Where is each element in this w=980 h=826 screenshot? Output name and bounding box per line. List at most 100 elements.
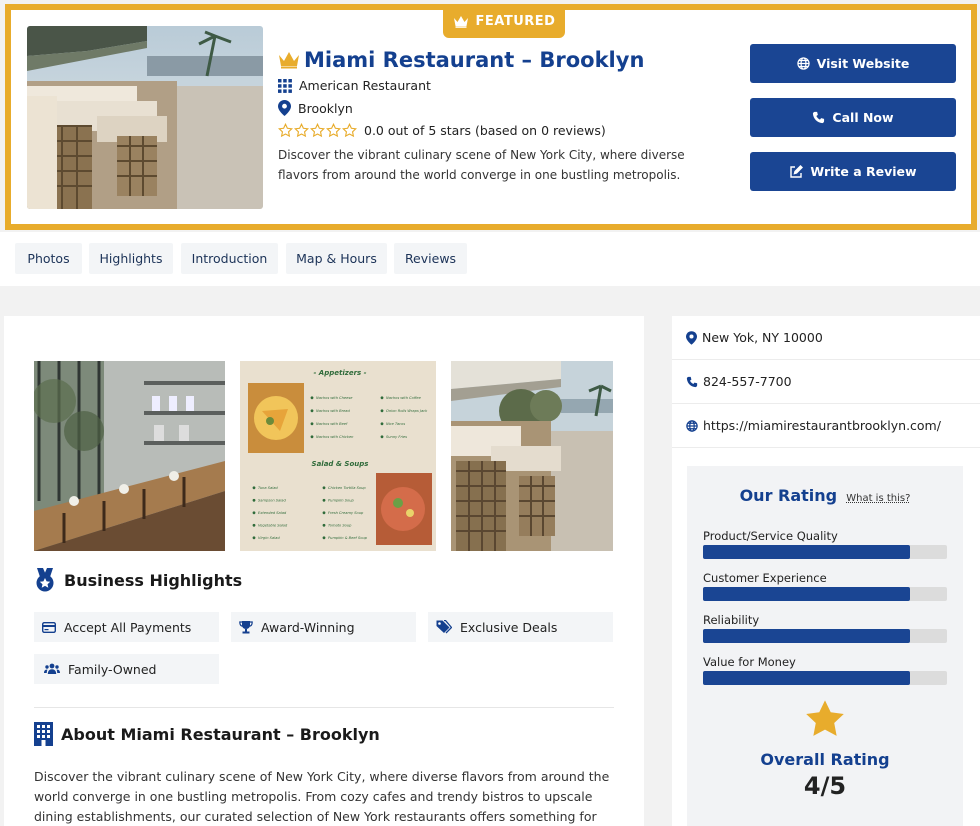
what-is-this-link[interactable]: What is this?: [846, 493, 910, 504]
metric-label-value: Value for Money: [703, 655, 796, 669]
highlights-heading: Business Highlights: [34, 568, 242, 592]
menu-item: Sampson Salad: [258, 499, 286, 503]
section-tabs: Photos Highlights Introduction Map & Hou…: [0, 232, 980, 286]
highlight-exclusive-deals: Exclusive Deals: [428, 612, 613, 642]
call-now-button[interactable]: Call Now: [750, 98, 956, 137]
featured-badge-label: FEATURED: [475, 13, 556, 29]
menu-item-dot: [380, 396, 384, 400]
listing-main-photo[interactable]: [27, 26, 263, 209]
menu-item-dot: [322, 498, 326, 502]
our-rating-panel: Our Rating What is this? Product/Service…: [687, 466, 963, 826]
highlight-label: Family-Owned: [68, 661, 157, 677]
overall-rating-label: Overall Rating: [760, 750, 890, 769]
credit-card-icon: [42, 621, 56, 633]
menu-item: Sunny Fries: [386, 435, 407, 439]
highlight-accept-payments: Accept All Payments: [34, 612, 219, 642]
menu-item: Nachos with Beef: [316, 422, 348, 426]
contact-address-row: New Yok, NY 10000: [672, 316, 980, 360]
contact-website[interactable]: https://miamirestaurantbrooklyn.com/: [703, 418, 941, 433]
menu-item-dot: [310, 409, 314, 413]
menu-item: Onion Rolls Wraps Jack: [386, 409, 428, 413]
menu-item: Nachos with Coffee: [386, 396, 422, 400]
menu-item: Chicken Tortilla Soup: [328, 486, 366, 490]
globe-icon: [796, 57, 810, 70]
listing-title-row: Miami Restaurant – Brooklyn: [278, 48, 718, 72]
menu-item: Tuna Salad: [258, 486, 278, 490]
building-icon: [34, 722, 53, 746]
menu-item-dot: [252, 498, 256, 502]
menu-item-dot: [310, 435, 314, 439]
metric-bar-value: [703, 671, 947, 685]
featured-badge: FEATURED: [443, 4, 565, 38]
listing-category-row: American Restaurant: [278, 78, 718, 93]
gallery-photo-menu[interactable]: - Appetizers - Salad & Soups Nachos with…: [240, 361, 436, 551]
star-rating[interactable]: [278, 123, 357, 138]
rating-summary: 0.0 out of 5 stars (based on 0 reviews): [364, 123, 606, 138]
star-outline-icon: [342, 123, 357, 138]
star-outline-icon: [294, 123, 309, 138]
metric-bar-reliability: [703, 629, 947, 643]
star-icon: [806, 700, 844, 736]
phone-icon: [686, 376, 698, 387]
menu-item: Virgin Salad: [258, 536, 280, 540]
crown-icon: [279, 52, 299, 69]
map-pin-icon: [686, 330, 697, 345]
tab-introduction[interactable]: Introduction: [181, 243, 278, 274]
star-outline-icon: [326, 123, 341, 138]
menu-item: Nachos with Chicken: [316, 435, 354, 439]
gallery-photo-patio[interactable]: [451, 361, 613, 551]
contact-website-row: https://miamirestaurantbrooklyn.com/: [672, 404, 980, 448]
metric-label-experience: Customer Experience: [703, 571, 827, 585]
menu-item-dot: [252, 486, 256, 490]
gallery-photo-interior[interactable]: [34, 361, 225, 551]
write-review-button[interactable]: Write a Review: [750, 152, 956, 191]
menu-item-dot: [380, 409, 384, 413]
tab-map-hours[interactable]: Map & Hours: [286, 243, 387, 274]
menu-item: Fresh Creamy Soup: [328, 511, 364, 515]
contact-phone-row: 824-557-7700: [672, 360, 980, 404]
menu-salad-title: Salad & Soups: [312, 460, 369, 468]
tab-highlights[interactable]: Highlights: [89, 243, 173, 274]
map-pin-icon: [278, 100, 291, 116]
listing-info: Miami Restaurant – Brooklyn American Res…: [278, 48, 718, 185]
menu-item-dot: [310, 422, 314, 426]
menu-item-dot: [322, 486, 326, 490]
menu-item-dot: [322, 536, 326, 540]
tags-icon: [436, 620, 452, 634]
about-heading: About Miami Restaurant – Brooklyn: [34, 722, 380, 746]
rating-title-row: Our Rating What is this?: [687, 486, 963, 505]
highlights-heading-text: Business Highlights: [64, 570, 243, 590]
star-outline-icon: [278, 123, 293, 138]
tab-photos[interactable]: Photos: [15, 243, 82, 274]
menu-item: Extended Salad: [258, 511, 287, 515]
listing-main-content: - Appetizers - Salad & Soups Nachos with…: [4, 316, 644, 826]
listing-category[interactable]: American Restaurant: [299, 78, 431, 93]
metric-bar-quality: [703, 545, 947, 559]
section-divider: [34, 707, 614, 708]
about-description: Discover the vibrant culinary scene of N…: [34, 769, 610, 824]
contact-phone[interactable]: 824-557-7700: [703, 374, 792, 389]
listing-sidebar: New Yok, NY 10000 824-557-7700 https://m…: [672, 316, 980, 826]
visit-website-button[interactable]: Visit Website: [750, 44, 956, 83]
phone-icon: [813, 111, 825, 124]
call-now-label: Call Now: [832, 110, 894, 125]
menu-item-dot: [380, 435, 384, 439]
menu-item-dot: [322, 523, 326, 527]
contact-address[interactable]: New Yok, NY 10000: [702, 330, 823, 345]
tab-reviews[interactable]: Reviews: [394, 243, 467, 274]
listing-description: Discover the vibrant culinary scene of N…: [278, 148, 685, 182]
highlight-label: Exclusive Deals: [460, 619, 558, 635]
star-outline-icon: [310, 123, 325, 138]
listing-location-row: Brooklyn: [278, 100, 718, 116]
menu-item: Nachos with Cheese: [316, 396, 353, 400]
rating-title: Our Rating: [739, 486, 838, 505]
listing-location[interactable]: Brooklyn: [298, 101, 353, 116]
menu-item: Tomato Soup: [328, 524, 352, 528]
menu-item-dot: [252, 523, 256, 527]
globe-icon: [686, 419, 698, 432]
menu-item-dot: [252, 536, 256, 540]
menu-item-dot: [380, 422, 384, 426]
listing-rating-row: 0.0 out of 5 stars (based on 0 reviews): [278, 123, 718, 138]
menu-item: Nice Tacos: [386, 422, 405, 426]
metric-label-quality: Product/Service Quality: [703, 529, 838, 543]
